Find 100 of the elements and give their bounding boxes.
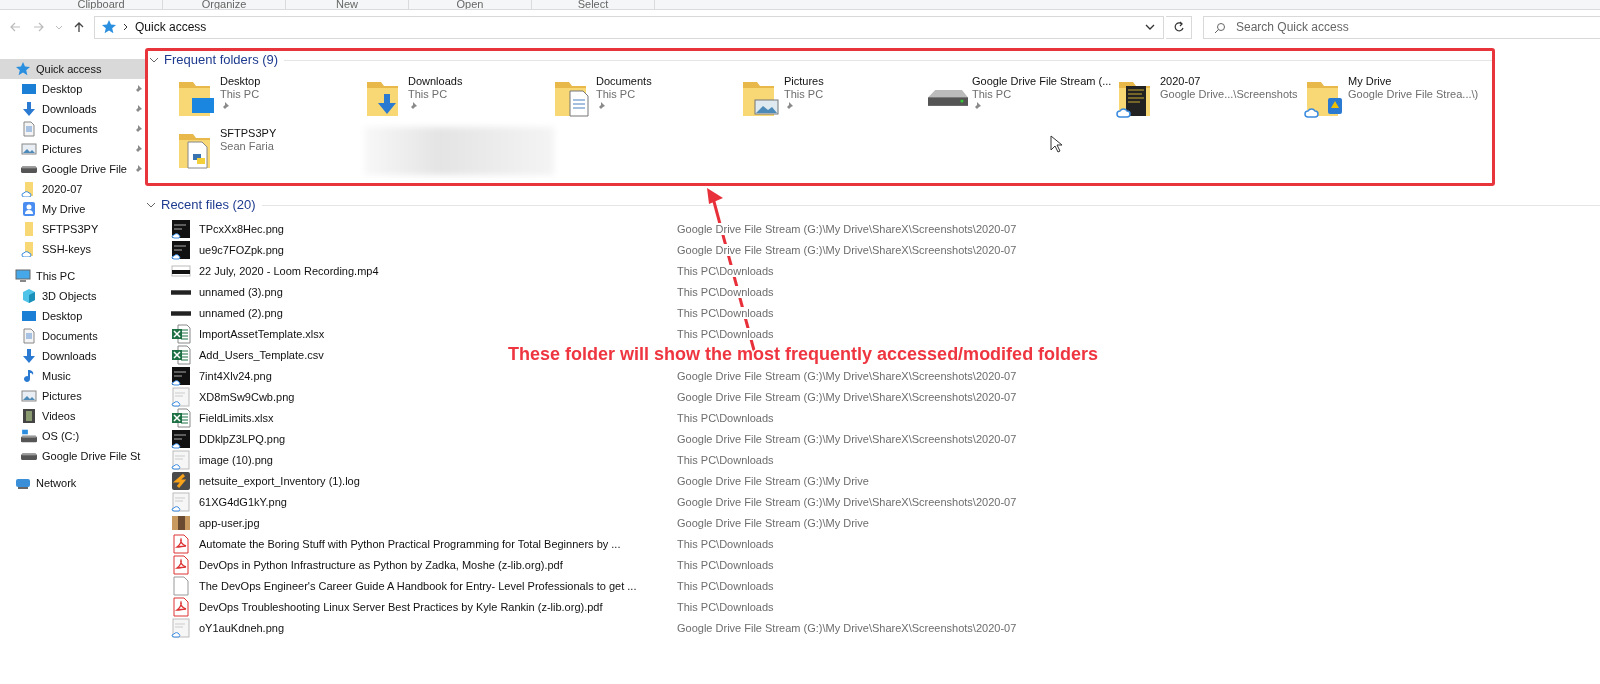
file-name[interactable]: image (10).png bbox=[199, 454, 273, 466]
sidebar-item[interactable]: OS (C:) bbox=[0, 426, 145, 446]
file-path: This PC\Downloads bbox=[677, 559, 774, 571]
folder-location: Google Drive...\Screenshots bbox=[1160, 87, 1298, 101]
folder-tile[interactable]: Downloads This PC bbox=[364, 74, 552, 125]
file-name[interactable]: oY1auKdneh.png bbox=[199, 622, 285, 634]
star-icon bbox=[101, 19, 117, 35]
sidebar-item[interactable]: Videos bbox=[0, 406, 145, 426]
file-path: This PC\Downloads bbox=[677, 580, 774, 592]
star-icon bbox=[15, 61, 31, 77]
file-name[interactable]: 7int4Xlv24.png bbox=[199, 370, 272, 382]
sidebar-item[interactable]: Pictures bbox=[0, 139, 145, 159]
folder-tile[interactable]: My Drive Google Drive File Strea...\) bbox=[1304, 74, 1492, 125]
ribbon-group-label: New bbox=[286, 0, 409, 9]
file-path: This PC\Downloads bbox=[677, 286, 774, 298]
folder-location: This PC bbox=[220, 87, 261, 101]
sidebar-item[interactable]: Quick access bbox=[0, 59, 145, 79]
file-name[interactable]: 22 July, 2020 - Loom Recording.mp4 bbox=[199, 265, 379, 277]
download-arrow-icon bbox=[21, 101, 37, 117]
sidebar-item[interactable]: Desktop bbox=[0, 79, 145, 99]
file-name[interactable]: ue9c7FOZpk.png bbox=[199, 244, 284, 256]
image-thumbnail-icon bbox=[171, 240, 191, 260]
image-thumbnail-icon bbox=[171, 219, 191, 239]
drive-icon bbox=[21, 452, 37, 460]
image-thumbnail-icon bbox=[171, 289, 191, 295]
file-path: This PC\Downloads bbox=[677, 307, 774, 319]
folder-name: Desktop bbox=[220, 74, 261, 88]
pdf-file-icon bbox=[171, 534, 191, 554]
folder-tile[interactable]: Desktop This PC bbox=[176, 74, 364, 125]
file-name[interactable]: DevOps Troubleshooting Linux Server Best Practices by Kyle Rankin (z-lib.org).pdf bbox=[199, 601, 603, 613]
image-thumbnail-icon bbox=[171, 310, 191, 316]
file-path: Google Drive File Stream (G:)\My Drive\ShareX\Screenshots\2020-07 bbox=[677, 391, 1017, 403]
folder-location: This PC bbox=[972, 87, 1013, 101]
folder-location: This PC bbox=[408, 87, 449, 101]
sidebar-item[interactable]: Network bbox=[0, 473, 145, 493]
sidebar-item[interactable]: SFTPS3PY bbox=[0, 219, 145, 239]
sidebar-item[interactable]: Desktop bbox=[0, 306, 145, 326]
file-name[interactable]: Automate the Boring Stuff with Python Practical Programming for Total Beginners by ... bbox=[199, 538, 621, 550]
folder-location: This PC bbox=[596, 87, 637, 101]
left-arrow-icon bbox=[9, 21, 21, 33]
spreadsheet-icon bbox=[171, 345, 191, 365]
caret-icon bbox=[55, 23, 63, 31]
file-path: Google Drive File Stream (G:)\My Drive\ShareX\Screenshots\2020-07 bbox=[677, 223, 1017, 235]
section-header[interactable]: Frequent folders (9) bbox=[148, 52, 285, 67]
spreadsheet-icon bbox=[171, 408, 191, 428]
folder-name: Downloads bbox=[408, 74, 463, 88]
file-name[interactable]: unnamed (2).png bbox=[199, 307, 283, 319]
breadcrumb[interactable]: Quick access bbox=[135, 20, 207, 34]
sidebar-item[interactable]: Google Drive File St bbox=[0, 446, 145, 466]
sidebar-item[interactable]: Downloads bbox=[0, 99, 145, 119]
folder-name: Documents bbox=[596, 74, 652, 88]
folder-tile[interactable]: SFTPS3PY Sean Faria bbox=[176, 126, 364, 177]
sidebar-item[interactable]: Documents bbox=[0, 119, 145, 139]
sidebar-item[interactable]: Google Drive File bbox=[0, 159, 145, 179]
file-name[interactable]: ImportAssetTemplate.xlsx bbox=[199, 328, 325, 340]
sidebar-item[interactable]: 3D Objects bbox=[0, 286, 145, 306]
folder-tile[interactable]: 2020-07 Google Drive...\Screenshots bbox=[1116, 74, 1304, 125]
file-name[interactable]: app-user.jpg bbox=[199, 517, 260, 529]
file-name[interactable]: 61XG4dG1kY.png bbox=[199, 496, 287, 508]
file-path: Google Drive File Stream (G:)\My Drive\ShareX\Screenshots\2020-07 bbox=[677, 244, 1017, 256]
film-icon bbox=[21, 408, 37, 424]
annotation-text: These folder will show the most frequently accessed/modifed folders bbox=[508, 344, 1099, 365]
file-name[interactable]: unnamed (3).png bbox=[199, 286, 283, 298]
image-thumbnail-icon bbox=[171, 429, 191, 449]
folder-tile[interactable]: Pictures This PC bbox=[740, 74, 928, 125]
refresh-button[interactable] bbox=[1166, 15, 1192, 39]
dropdown-chevron-icon[interactable] bbox=[1145, 24, 1155, 30]
ribbon-group-label: Select bbox=[532, 0, 655, 9]
folder-tile[interactable]: Google Drive File Stream (... This PC bbox=[928, 74, 1116, 125]
sidebar-item[interactable]: SSH-keys bbox=[0, 239, 145, 259]
sidebar-item[interactable]: Documents bbox=[0, 326, 145, 346]
sidebar-item[interactable]: 2020-07 bbox=[0, 179, 145, 199]
file-name[interactable]: DevOps in Python Infrastructure as Python by Zadka, Moshe (z-lib.org).pdf bbox=[199, 559, 563, 571]
file-name[interactable]: netsuite_export_Inventory (1).log bbox=[199, 475, 360, 487]
folder-location: Sean Faria bbox=[220, 139, 275, 153]
sidebar-item[interactable]: Downloads bbox=[0, 346, 145, 366]
file-path: This PC\Downloads bbox=[677, 328, 774, 340]
sidebar-item[interactable]: My Drive bbox=[0, 199, 145, 219]
folder-tile[interactable]: Documents This PC bbox=[552, 74, 740, 125]
file-name[interactable]: TPcxXx8Hec.png bbox=[199, 223, 284, 235]
file-name[interactable]: XD8mSw9Cwb.png bbox=[199, 391, 295, 403]
sidebar-item[interactable]: This PC bbox=[0, 266, 145, 286]
picture-icon bbox=[21, 141, 37, 157]
sidebar-item[interactable]: Pictures bbox=[0, 386, 145, 406]
file-name[interactable]: The DevOps Engineer's Career Guide A Handbook for Entry- Level Professionals to get ... bbox=[199, 580, 637, 592]
file-name[interactable]: Add_Users_Template.csv bbox=[199, 349, 324, 361]
search-field[interactable]: Search Quick access bbox=[1203, 15, 1600, 39]
mouse-cursor-icon bbox=[1050, 135, 1062, 153]
drive-icon bbox=[21, 428, 37, 444]
file-name[interactable]: DDklpZ3LPQ.png bbox=[199, 433, 286, 445]
file-icon bbox=[171, 576, 191, 596]
file-path: This PC\Downloads bbox=[677, 412, 774, 424]
file-name[interactable]: FieldLimits.xlsx bbox=[199, 412, 274, 424]
image-thumbnail-icon bbox=[171, 492, 191, 512]
file-path: Google Drive File Stream (G:)\My Drive\ShareX\Screenshots\2020-07 bbox=[677, 622, 1017, 634]
file-path: Google Drive File Stream (G:)\My Drive\ShareX\Screenshots\2020-07 bbox=[677, 433, 1017, 445]
address-bar[interactable]: Quick access bbox=[94, 15, 1164, 39]
pdf-file-icon bbox=[171, 597, 191, 617]
section-header[interactable]: Recent files (20) bbox=[145, 197, 262, 212]
sidebar-item[interactable]: Music bbox=[0, 366, 145, 386]
